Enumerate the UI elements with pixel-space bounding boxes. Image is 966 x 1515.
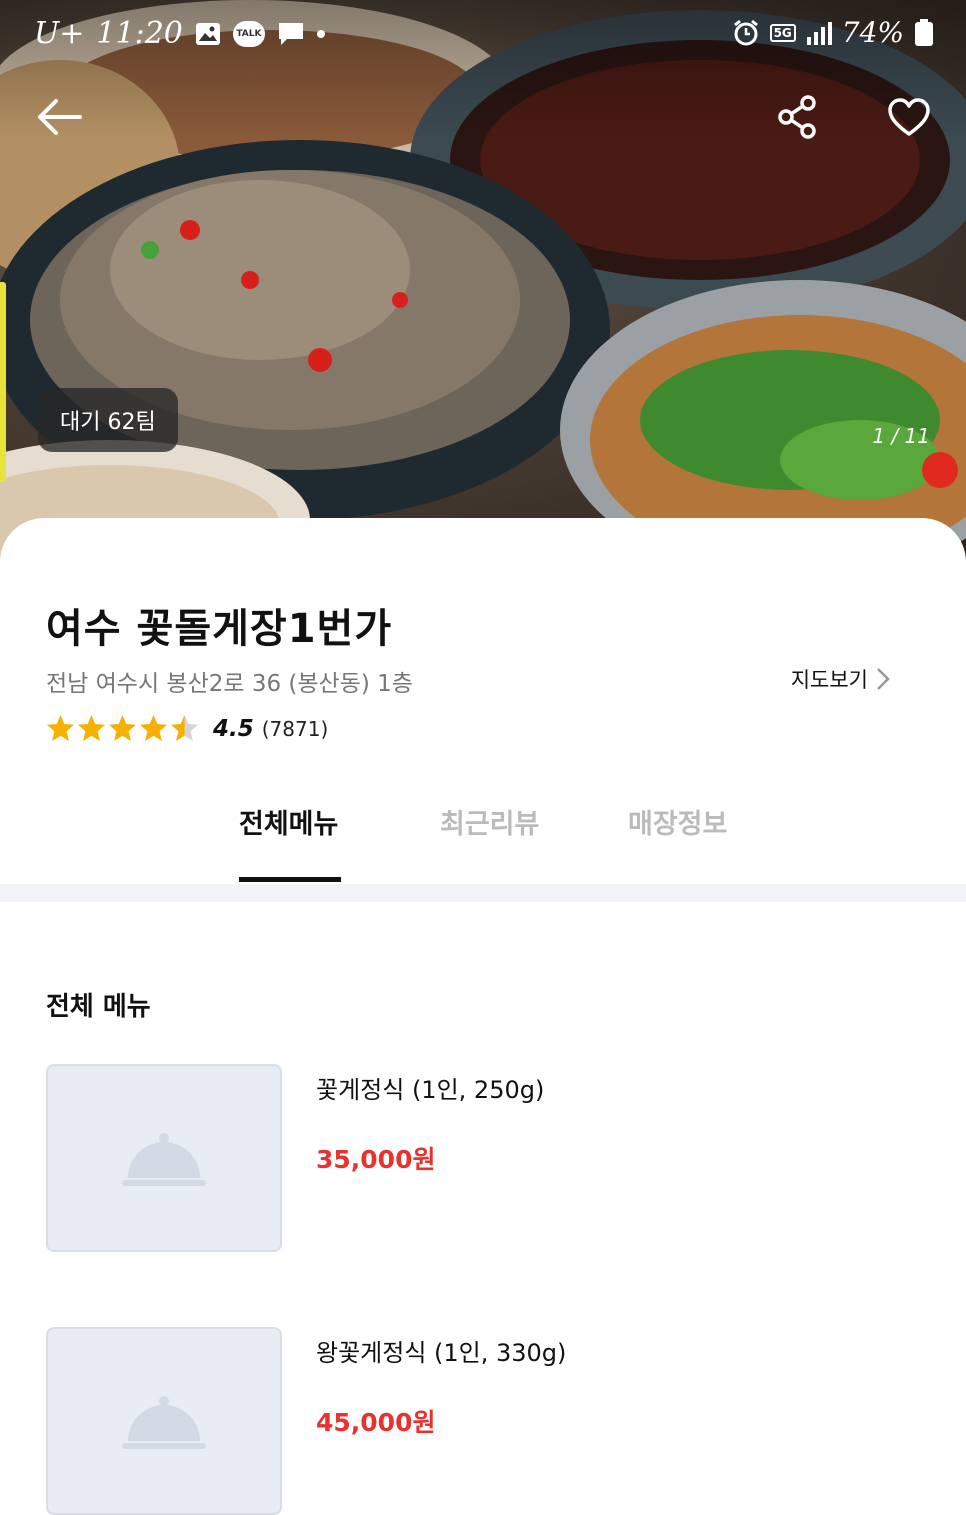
- network-badge: 5G: [769, 23, 796, 42]
- store-name: 여수 꽃돌게장1번가: [46, 606, 393, 652]
- image-icon: [195, 22, 221, 46]
- wait-badge: 대기 62팀: [38, 388, 178, 452]
- dot-icon: [316, 29, 325, 38]
- menu-item[interactable]: 왕꽃게정식 (1인, 330g) 45,000원: [46, 1327, 926, 1515]
- share-icon: [778, 95, 816, 139]
- star-icon: [140, 715, 167, 741]
- message-icon: [277, 21, 305, 47]
- star-icon: [78, 715, 105, 741]
- alarm-icon: [732, 19, 760, 47]
- battery-icon: [914, 18, 934, 47]
- tab-active-underline: [239, 877, 341, 882]
- share-button[interactable]: [772, 92, 822, 142]
- status-left: U+ 11:20 TALK: [34, 16, 325, 51]
- menu-item-name: 왕꽃게정식 (1인, 330g): [316, 1339, 567, 1367]
- rating-value: 4.5: [213, 715, 254, 742]
- map-view-link[interactable]: 지도보기: [791, 664, 890, 694]
- chevron-right-icon: [877, 668, 890, 690]
- status-right: 5G 74%: [732, 16, 934, 49]
- heart-icon: [888, 98, 930, 136]
- image-page-counter: 1 / 11: [872, 424, 930, 448]
- signal-icon: [806, 21, 832, 45]
- cloche-icon: [122, 1133, 206, 1186]
- menu-section-title: 전체 메뉴: [46, 992, 151, 1022]
- edge-indicator: [0, 282, 6, 482]
- star-icon: [47, 715, 74, 741]
- store-detail-sheet: 여수 꽃돌게장1번가 전남 여수시 봉산2로 36 (봉산동) 1층 지도보기 …: [0, 518, 966, 1515]
- status-bar: U+ 11:20 TALK 5G 74%: [0, 0, 966, 70]
- back-button[interactable]: [34, 92, 84, 142]
- tab-recent-reviews[interactable]: 최근리뷰: [440, 802, 539, 841]
- rating-row: 4.5 (7871): [46, 714, 328, 743]
- store-address: 전남 여수시 봉산2로 36 (봉산동) 1층: [46, 671, 413, 697]
- favorite-button[interactable]: [884, 92, 934, 142]
- star-rating: [46, 714, 199, 743]
- menu-item[interactable]: 꽃게정식 (1인, 250g) 35,000원: [46, 1064, 926, 1252]
- back-arrow-icon: [38, 99, 82, 135]
- menu-item-name: 꽃게정식 (1인, 250g): [316, 1076, 545, 1104]
- tab-store-info[interactable]: 매장정보: [628, 802, 727, 841]
- menu-thumbnail-placeholder: [46, 1327, 282, 1515]
- battery-percent: 74%: [841, 16, 904, 49]
- map-view-label: 지도보기: [790, 668, 868, 692]
- menu-item-price: 45,000원: [316, 1408, 436, 1437]
- clock: 11:20: [96, 16, 183, 51]
- carrier-label: U+: [34, 16, 85, 51]
- star-icon: [109, 715, 136, 741]
- tab-all-menu[interactable]: 전체메뉴: [239, 802, 338, 841]
- menu-item-price: 35,000원: [316, 1145, 436, 1174]
- section-divider: [0, 884, 966, 902]
- talk-icon: TALK: [232, 20, 265, 47]
- cloche-icon: [122, 1396, 206, 1449]
- hero-image[interactable]: U+ 11:20 TALK 5G 74% 대기 62팀 1 / 11: [0, 0, 966, 560]
- review-count: (7871): [261, 716, 329, 741]
- menu-thumbnail-placeholder: [46, 1064, 282, 1252]
- star-icon: [171, 715, 198, 741]
- tab-bar: 전체메뉴 최근리뷰 매장정보: [0, 784, 966, 882]
